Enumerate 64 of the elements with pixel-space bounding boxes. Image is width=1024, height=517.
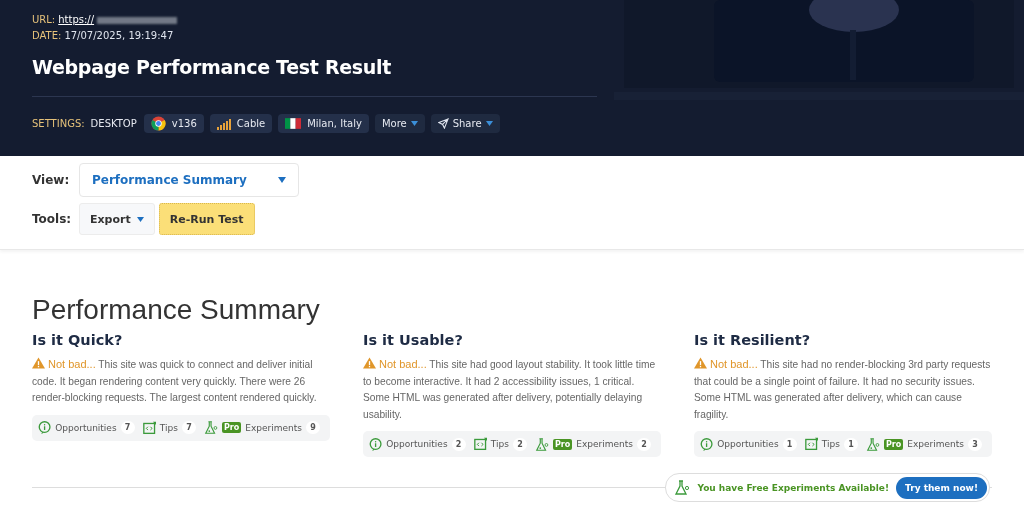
stat-link[interactable]: Experiments xyxy=(245,422,302,433)
date-label: DATE: xyxy=(32,29,62,43)
pro-badge: Pro xyxy=(884,438,904,450)
more-chip[interactable]: More xyxy=(374,114,425,133)
code-window-icon xyxy=(142,420,156,435)
summary-text: Not bad... This site was quick to connect and deliver initial code. It began rendering content very quickly. There were 26 render-blocking requests. The largest content rendered quickly. xyxy=(32,356,318,405)
page-title: Webpage Performance Test Result xyxy=(32,56,393,78)
export-button[interactable]: Export xyxy=(79,203,155,235)
summary-text: Not bad... This site had good layout stability. It took little time to become interactive. It had 2 accessibility issues, 1 critical. Some HTML was generated after delivery, potentially delaying usability. xyxy=(363,356,657,422)
stat-link[interactable]: Experiments xyxy=(907,439,964,449)
device-label: DESKTOP xyxy=(90,118,137,129)
count-badge: 2 xyxy=(512,437,527,451)
count-badge: 7 xyxy=(181,421,196,434)
caret-icon xyxy=(485,121,493,126)
code-window-icon xyxy=(473,437,487,451)
pro-badge: Pro xyxy=(553,438,573,450)
stat-link[interactable]: Tips xyxy=(490,439,509,449)
caret-icon xyxy=(410,121,418,126)
count-badge: 9 xyxy=(306,421,320,434)
pro-badge: Pro xyxy=(222,422,242,433)
count-badge: 1 xyxy=(843,437,858,451)
flag-icon xyxy=(285,118,302,129)
caret-icon xyxy=(136,216,144,222)
share-chip[interactable]: Share xyxy=(430,114,500,133)
warning-icon xyxy=(32,357,45,369)
url-label: URL: xyxy=(32,13,56,27)
browser-chip[interactable]: v136 xyxy=(143,114,204,133)
stat-link[interactable]: Tips xyxy=(159,422,178,433)
count-badge: 2 xyxy=(451,437,466,451)
send-icon xyxy=(437,118,449,129)
flask-icon xyxy=(203,419,218,436)
stat-link[interactable]: Opportunities xyxy=(386,439,448,449)
flask-icon xyxy=(674,479,691,496)
caret-icon xyxy=(278,177,286,183)
code-window-icon xyxy=(804,437,818,451)
settings-label: SETTINGS: xyxy=(32,118,85,129)
try-button[interactable]: Try them now! xyxy=(896,476,987,499)
view-dropdown[interactable]: Performance Summary xyxy=(79,163,299,197)
stat-link[interactable]: Experiments xyxy=(576,439,633,449)
section-heading: Performance Summary xyxy=(32,294,321,326)
promo-text: You have Free Experiments Available! xyxy=(697,482,890,493)
rerun-button[interactable]: Re-Run Test xyxy=(158,203,255,235)
stat-link[interactable]: Tips xyxy=(821,439,840,449)
signal-bars-icon xyxy=(216,117,231,130)
stat-link[interactable]: Opportunities xyxy=(717,439,779,449)
stat-link[interactable]: Opportunities xyxy=(55,422,117,433)
count-badge: 3 xyxy=(968,437,982,451)
count-badge: 2 xyxy=(637,437,651,451)
view-label: View: xyxy=(32,173,66,187)
question-heading: Is it Usable? xyxy=(363,332,464,348)
date-value: 17/07/2025, 19:19:47 xyxy=(64,29,174,43)
connection-chip[interactable]: Cable xyxy=(209,114,273,133)
count-badge: 7 xyxy=(120,421,135,434)
browser-icon xyxy=(150,116,166,131)
count-badge: 1 xyxy=(782,437,797,451)
warning-icon xyxy=(363,357,376,369)
url-link[interactable]: https:// xyxy=(58,12,95,28)
flask-icon xyxy=(865,435,880,453)
location-chip[interactable]: Milan, Italy xyxy=(278,114,369,133)
question-heading: Is it Resilient? xyxy=(694,332,812,348)
flask-icon xyxy=(534,435,549,453)
question-heading: Is it Quick? xyxy=(32,332,124,348)
warning-icon xyxy=(694,357,707,369)
summary-text: Not bad... This site had no render-blocking 3rd party requests that could be a single point of failure. It had no security issues. Some HTML was generated after delivery, which can cause fragility. xyxy=(694,356,992,422)
